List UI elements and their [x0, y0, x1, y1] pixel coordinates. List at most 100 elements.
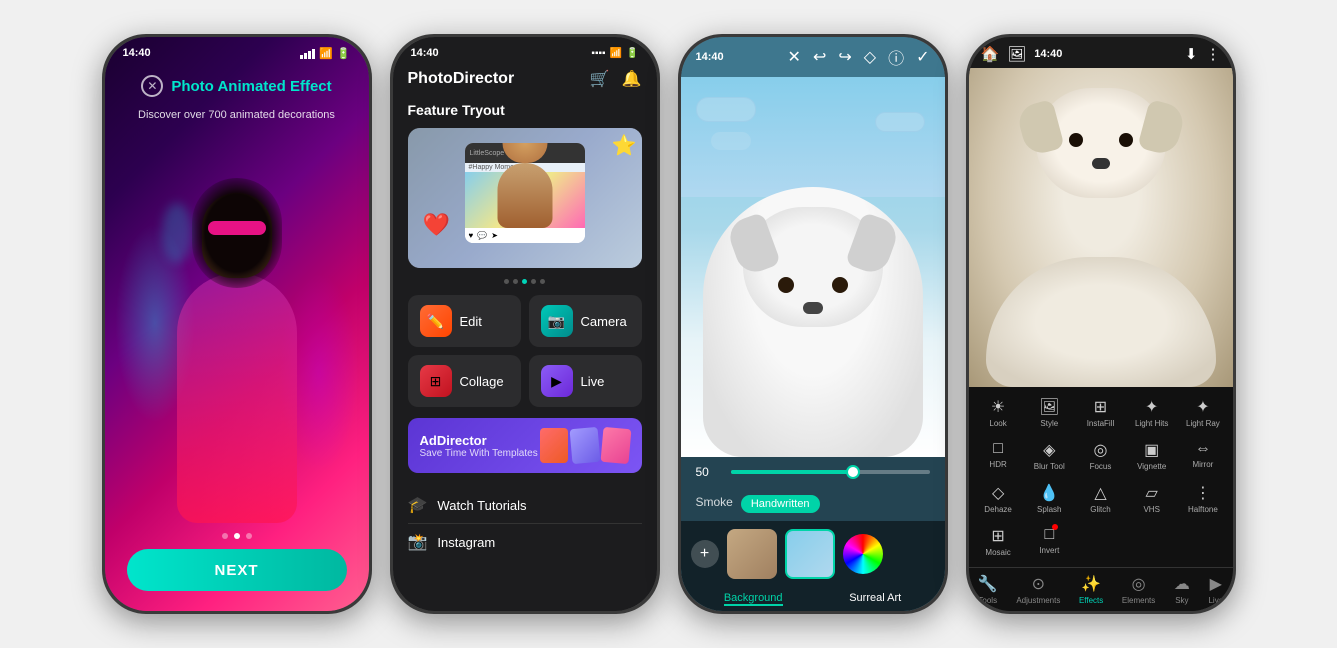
adjustments-nav-label: Adjustments [1016, 596, 1060, 605]
menu-item-camera[interactable]: 📷 Camera [529, 295, 642, 347]
eraser-icon[interactable]: ◇ [864, 47, 876, 67]
nav-elements[interactable]: ◎ Elements [1122, 574, 1155, 605]
phone3-topbar: 14:40 ✕ ↩ ↪ ◇ ⓘ ✓ [681, 37, 945, 77]
tool-invert[interactable]: □ Invert [1025, 521, 1074, 562]
tool-mirror[interactable]: ⇔ Mirror [1178, 435, 1227, 476]
phone2-status-bar: 14:40 ▪▪▪▪ 📶 🔋 [393, 37, 657, 64]
nav-adjustments[interactable]: ⊙ Adjustments [1016, 574, 1060, 605]
photo-icon[interactable]: 🖼 [1007, 45, 1026, 63]
menu-item-collage[interactable]: ⊞ Collage [408, 355, 521, 407]
hdr-label: HDR [989, 460, 1006, 469]
next-button[interactable]: NEXT [127, 549, 347, 591]
dot-3 [246, 533, 252, 539]
info-icon[interactable]: ⓘ [888, 45, 904, 69]
tool-mosaic[interactable]: ⊞ Mosaic [974, 521, 1023, 562]
close-button[interactable]: ✕ [141, 75, 163, 97]
home-icon[interactable]: 🏠 [981, 45, 1000, 63]
card-dot-1 [504, 279, 509, 284]
slider-track[interactable] [731, 470, 930, 474]
nav-live[interactable]: ▶ Live [1208, 574, 1223, 605]
slider-area: 50 [681, 457, 945, 487]
tool-light-ray[interactable]: ✦ Light Ray [1178, 392, 1227, 433]
phone-4: 🏠 🖼 14:40 ⬇ ⋮ [966, 34, 1236, 614]
nav-sky[interactable]: ☁ Sky [1174, 574, 1190, 605]
ad-images [540, 428, 630, 463]
slider-thumb[interactable] [846, 465, 860, 479]
style-icon: 🖼 [1039, 397, 1059, 417]
camera-label: Camera [581, 314, 627, 329]
tool-dehaze[interactable]: ◇ Dehaze [974, 478, 1023, 519]
effects-nav-label: Effects [1079, 596, 1103, 605]
mirror-label: Mirror [1192, 460, 1213, 469]
tool-halftone[interactable]: ⋮ Halftone [1178, 478, 1227, 519]
tool-blur[interactable]: ◈ Blur Tool [1025, 435, 1074, 476]
undo-icon[interactable]: ↩ [813, 47, 826, 67]
feature-card: LittleScope #Happy Moments ♥💬➤ ⭐ ❤️ [408, 128, 642, 268]
tool-instafill[interactable]: ⊞ InstaFill [1076, 392, 1125, 433]
cart-icon[interactable]: 🛒 [590, 69, 610, 89]
more-icon[interactable]: ⋮ [1206, 45, 1221, 63]
halftone-label: Halftone [1188, 505, 1218, 514]
instagram-link[interactable]: 📸 Instagram [408, 524, 642, 560]
halftone-icon: ⋮ [1195, 483, 1211, 503]
splash-label: Splash [1037, 505, 1061, 514]
look-icon: ☀ [991, 397, 1005, 417]
swatch-1[interactable] [727, 529, 777, 579]
star-decoration: ⭐ [612, 133, 637, 158]
tool-light-hits[interactable]: ✦ Light Hits [1127, 392, 1176, 433]
tag-smoke: Smoke [696, 495, 733, 513]
effects-nav-icon: ✨ [1081, 574, 1101, 594]
invert-label: Invert [1039, 546, 1059, 555]
live-icon: ▶ [541, 365, 573, 397]
background-label[interactable]: Background [724, 592, 783, 606]
ad-banner[interactable]: AdDirector Save Time With Templates [408, 418, 642, 473]
dehaze-label: Dehaze [984, 505, 1012, 514]
adjustments-nav-icon: ⊙ [1032, 574, 1045, 594]
swatch-2[interactable] [785, 529, 835, 579]
color-wheel[interactable] [843, 534, 883, 574]
glitch-icon: △ [1094, 483, 1106, 503]
sky-nav-label: Sky [1175, 596, 1188, 605]
menu-grid: ✏️ Edit 📷 Camera ⊞ Collage ▶ Live [393, 290, 657, 412]
screenshots-container: 14:40 📶 🔋 ✕ Photo Animated Effect Discov… [82, 14, 1256, 634]
tool-focus[interactable]: ◎ Focus [1076, 435, 1125, 476]
glitch-label: Glitch [1090, 505, 1110, 514]
light-ray-label: Light Ray [1186, 419, 1220, 428]
tag-handwritten[interactable]: Handwritten [741, 495, 820, 513]
close-icon[interactable]: ✕ [788, 47, 801, 67]
done-icon[interactable]: ✓ [916, 47, 929, 67]
tool-look[interactable]: ☀ Look [974, 392, 1023, 433]
card-dot-3 [522, 279, 527, 284]
surreal-label[interactable]: Surreal Art [849, 592, 901, 606]
tool-vhs[interactable]: ▱ VHS [1127, 478, 1176, 519]
phone3-bottom: + [681, 521, 945, 587]
card-dots [393, 273, 657, 290]
slider-row: 50 [696, 465, 930, 479]
card-dot-4 [531, 279, 536, 284]
nav-tools[interactable]: 🔧 Tools [978, 574, 998, 605]
instafill-label: InstaFill [1087, 419, 1115, 428]
vhs-label: VHS [1143, 505, 1159, 514]
watch-tutorials-text: Watch Tutorials [437, 498, 526, 513]
tool-splash[interactable]: 💧 Splash [1025, 478, 1074, 519]
tool-hdr[interactable]: □ HDR [974, 435, 1023, 476]
feature-tryout-label: Feature Tryout [393, 97, 657, 123]
download-icon[interactable]: ⬇ [1185, 45, 1198, 63]
nav-effects[interactable]: ✨ Effects [1079, 574, 1103, 605]
menu-item-edit[interactable]: ✏️ Edit [408, 295, 521, 347]
tool-style[interactable]: 🖼 Style [1025, 392, 1074, 433]
bell-icon[interactable]: 🔔 [622, 69, 642, 89]
watch-tutorials-link[interactable]: 🎓 Watch Tutorials [408, 487, 642, 524]
redo-icon[interactable]: ↪ [838, 47, 851, 67]
tool-glitch[interactable]: △ Glitch [1076, 478, 1125, 519]
heart-decoration: ❤️ [423, 212, 450, 238]
slider-value: 50 [696, 465, 721, 479]
menu-item-live[interactable]: ▶ Live [529, 355, 642, 407]
phone4-bottom-nav: 🔧 Tools ⊙ Adjustments ✨ Effects ◎ Elemen… [969, 567, 1233, 611]
add-icon[interactable]: + [691, 540, 719, 568]
ad-img-1 [540, 428, 568, 463]
tool-vignette[interactable]: ▣ Vignette [1127, 435, 1176, 476]
phone2-signal: ▪▪▪▪ [591, 48, 605, 59]
edit-label: Edit [460, 314, 482, 329]
edit-icon: ✏️ [420, 305, 452, 337]
